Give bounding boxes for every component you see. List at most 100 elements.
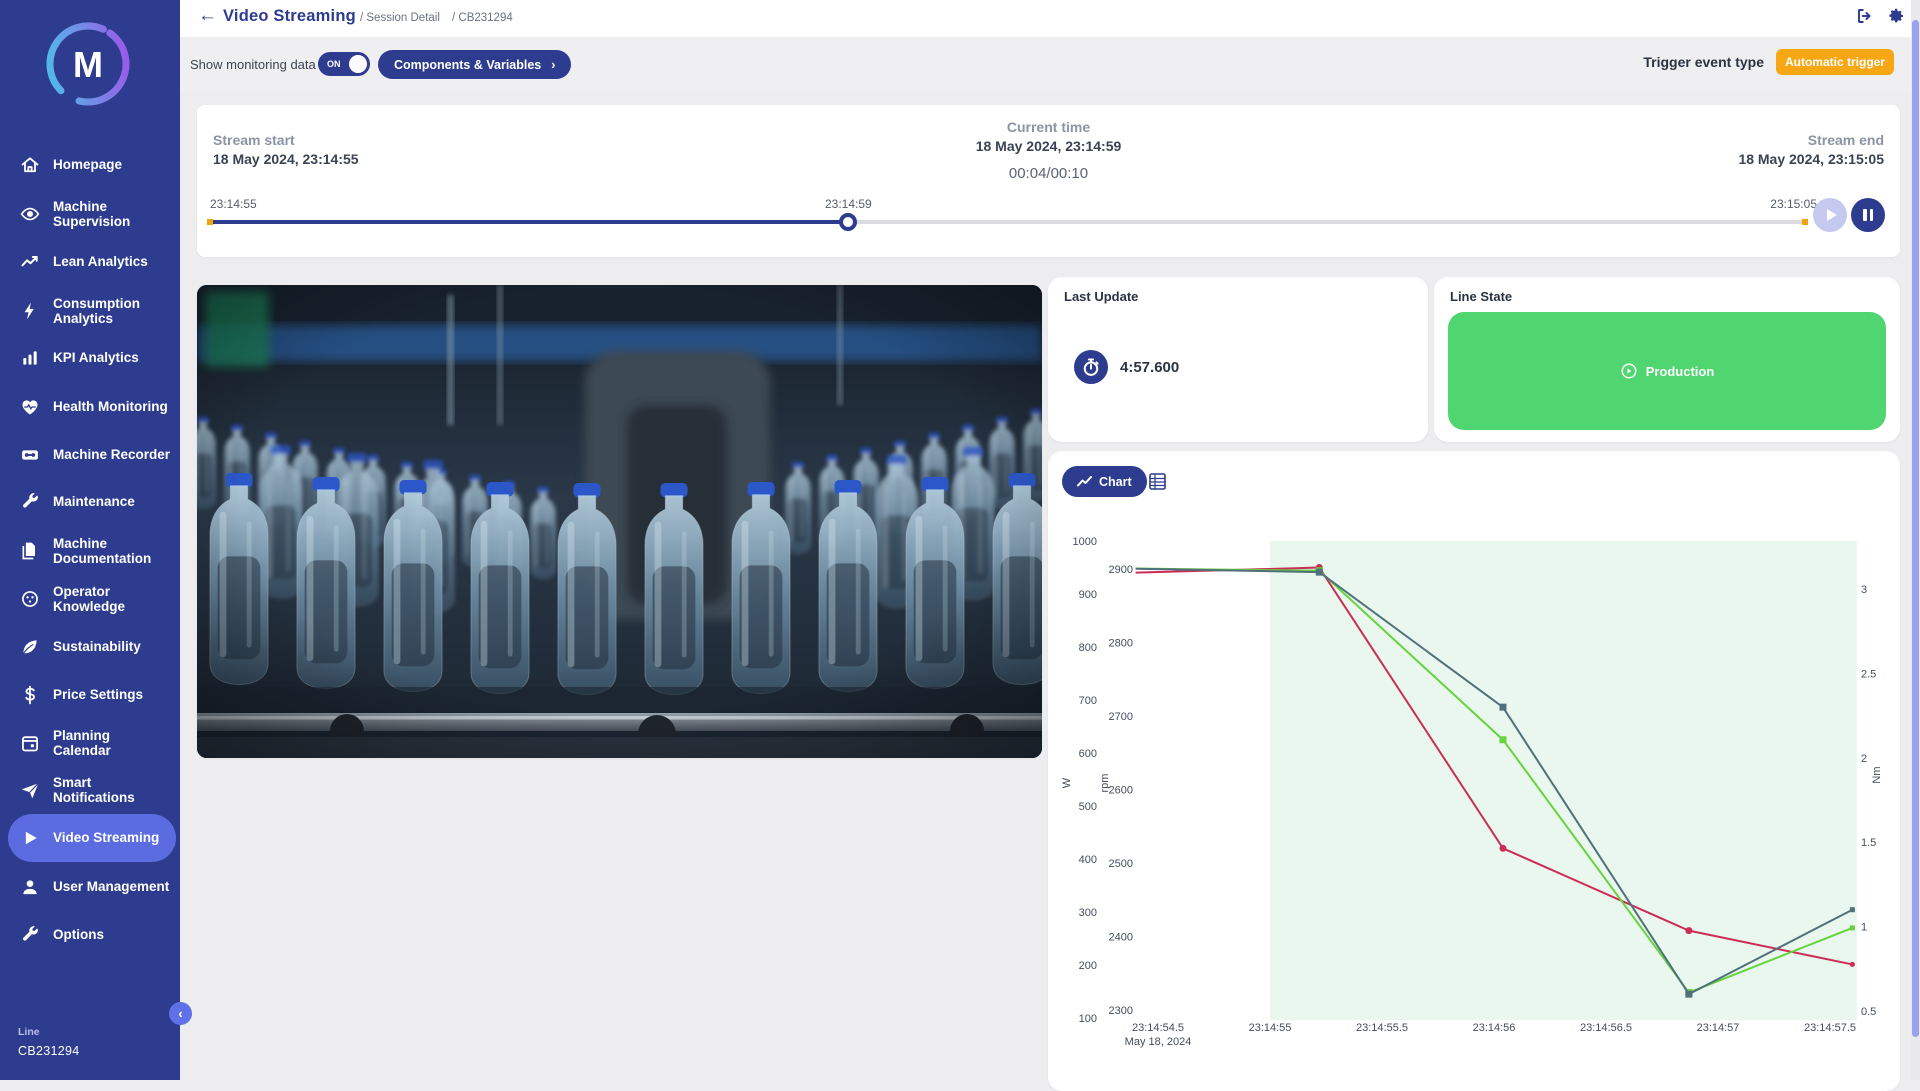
- line-value: CB231294: [18, 1044, 79, 1058]
- video-frame[interactable]: [197, 285, 1042, 758]
- series-Nm-point: [1499, 704, 1506, 711]
- y-tick-W: 600: [1079, 748, 1097, 760]
- y-axis-title-W: W: [1061, 777, 1073, 788]
- play-icon: [20, 828, 40, 848]
- home-icon: [20, 155, 40, 175]
- sidebar-collapse-button[interactable]: ‹: [169, 1002, 192, 1025]
- play-button[interactable]: [1813, 198, 1847, 232]
- y-tick-rpm: 2500: [1109, 858, 1133, 870]
- series-W-point: [1850, 925, 1855, 930]
- pause-icon: [1863, 209, 1873, 221]
- trend-icon: [1077, 476, 1092, 487]
- dollar-icon: [20, 685, 40, 705]
- sidebar-item-lean-analytics[interactable]: Lean Analytics: [8, 238, 176, 286]
- stream-end-label: Stream end: [1738, 132, 1884, 148]
- y-tick-W: 700: [1079, 695, 1097, 707]
- components-button-label: Components & Variables: [394, 58, 541, 72]
- bottling-line-video-still: [197, 285, 1042, 758]
- x-tick-label: 23:14:57.5: [1804, 1022, 1856, 1034]
- sidebar-item-options[interactable]: Options: [8, 911, 176, 959]
- logo-letter: M: [73, 44, 103, 85]
- logout-icon[interactable]: [1856, 7, 1874, 25]
- back-arrow-icon[interactable]: ←: [198, 5, 217, 27]
- y-tick-rpm: 2600: [1109, 785, 1133, 797]
- series-rpm-point: [1685, 927, 1692, 934]
- table-view-button[interactable]: [1149, 473, 1166, 490]
- x-axis-date-label: May 18, 2024: [1125, 1036, 1192, 1048]
- series-Nm-point: [1685, 991, 1692, 998]
- sidebar-item-label: Maintenance: [53, 494, 171, 509]
- sidebar-item-label: Planning Calendar: [53, 728, 171, 758]
- y-tick-W: 500: [1079, 801, 1097, 813]
- x-tick-label: 23:14:55.5: [1356, 1022, 1408, 1034]
- play-icon: [1827, 209, 1837, 221]
- sidebar-item-price-settings[interactable]: Price Settings: [8, 671, 176, 719]
- sidebar-item-label: Consumption Analytics: [53, 296, 171, 326]
- sidebar-item-label: Options: [53, 927, 171, 942]
- recorder-icon: [20, 445, 40, 465]
- chart-tab-button[interactable]: Chart: [1062, 466, 1147, 497]
- y-tick-W: 900: [1079, 589, 1097, 601]
- sidebar-item-planning-calendar[interactable]: Planning Calendar: [8, 719, 176, 767]
- series-rpm-point: [1850, 962, 1855, 967]
- timeline-end-marker: [1802, 219, 1808, 225]
- bolt-icon: [20, 301, 40, 321]
- last-update-value: 4:57.600: [1120, 359, 1179, 376]
- monitoring-toggle[interactable]: ON: [318, 52, 370, 76]
- sidebar-item-machine-documentation[interactable]: Machine Documentation: [8, 527, 176, 575]
- y-tick-W: 300: [1079, 907, 1097, 919]
- sidebar-item-operator-knowledge[interactable]: Operator Knowledge: [8, 575, 176, 623]
- toggle-state-label: ON: [327, 59, 341, 69]
- y-tick-rpm: 2700: [1109, 711, 1133, 723]
- gear-icon[interactable]: [1888, 7, 1906, 25]
- y-tick-rpm: 2300: [1109, 1005, 1133, 1017]
- sidebar-item-label: Machine Supervision: [53, 199, 171, 229]
- pause-button[interactable]: [1851, 198, 1885, 232]
- chart-card: Chart 1000900800700600500400300200100W29…: [1048, 451, 1900, 1091]
- slider-current-time: 23:14:59: [825, 197, 872, 211]
- sidebar: M Homepage Machine Supervision Lean Analyt…: [0, 0, 180, 1080]
- y-tick-Nm: 1.5: [1861, 837, 1876, 849]
- sidebar-item-video-streaming[interactable]: Video Streaming: [8, 814, 176, 862]
- sidebar-item-user-management[interactable]: User Management: [8, 863, 176, 911]
- y-tick-rpm: 2800: [1109, 638, 1133, 650]
- last-update-card: Last Update 4:57.600: [1048, 277, 1428, 442]
- sidebar-item-kpi-analytics[interactable]: KPI Analytics: [8, 334, 176, 382]
- sidebar-item-smart-notifications[interactable]: Smart Notifications: [8, 766, 176, 814]
- sidebar-item-label: Video Streaming: [53, 830, 171, 845]
- toggle-knob: [349, 55, 367, 73]
- line-state-badge: Production: [1448, 312, 1886, 430]
- operator-icon: [20, 589, 40, 609]
- sidebar-item-health-monitoring[interactable]: Health Monitoring: [8, 383, 176, 431]
- sidebar-item-label: User Management: [53, 879, 171, 894]
- sidebar-item-machine-supervision[interactable]: Machine Supervision: [8, 190, 176, 238]
- timeline-track[interactable]: [210, 220, 1805, 224]
- user-icon: [20, 877, 40, 897]
- series-Nm-point: [1316, 569, 1323, 576]
- y-axis-title-rpm: rpm: [1099, 774, 1111, 793]
- trigger-event-type-label: Trigger event type: [1643, 54, 1764, 70]
- x-tick-label: 23:14:54.5: [1132, 1022, 1184, 1034]
- x-tick-label: 23:14:57: [1697, 1022, 1740, 1034]
- elapsed-time: 00:04/00:10: [197, 165, 1900, 182]
- sidebar-item-sustainability[interactable]: Sustainability: [8, 623, 176, 671]
- sidebar-item-maintenance[interactable]: Maintenance: [8, 478, 176, 526]
- sidebar-item-label: Machine Documentation: [53, 536, 171, 566]
- sidebar-item-homepage[interactable]: Homepage: [8, 141, 176, 189]
- header-bar: ← Video Streaming / Session Detail / CB2…: [180, 0, 1920, 37]
- timeline-handle[interactable]: [839, 213, 857, 231]
- scrollbar-thumb[interactable]: [1912, 20, 1919, 1037]
- current-time-value: 18 May 2024, 23:14:59: [197, 138, 1900, 154]
- line-state-value: Production: [1646, 364, 1715, 379]
- sidebar-item-consumption-analytics[interactable]: Consumption Analytics: [8, 287, 176, 335]
- y-tick-W: 800: [1079, 642, 1097, 654]
- components-variables-button[interactable]: Components & Variables ›: [378, 50, 571, 79]
- y-tick-Nm: 1: [1861, 922, 1867, 934]
- line-state-card: Line State Production: [1434, 277, 1900, 442]
- sidebar-item-machine-recorder[interactable]: Machine Recorder: [8, 431, 176, 479]
- series-W-point: [1499, 736, 1506, 743]
- monitoring-line-chart: 1000900800700600500400300200100W29002800…: [1048, 451, 1900, 1080]
- send-icon: [20, 780, 40, 800]
- slider-end-time: 23:15:05: [1737, 197, 1817, 211]
- breadcrumb-session[interactable]: / Session Detail: [360, 12, 440, 24]
